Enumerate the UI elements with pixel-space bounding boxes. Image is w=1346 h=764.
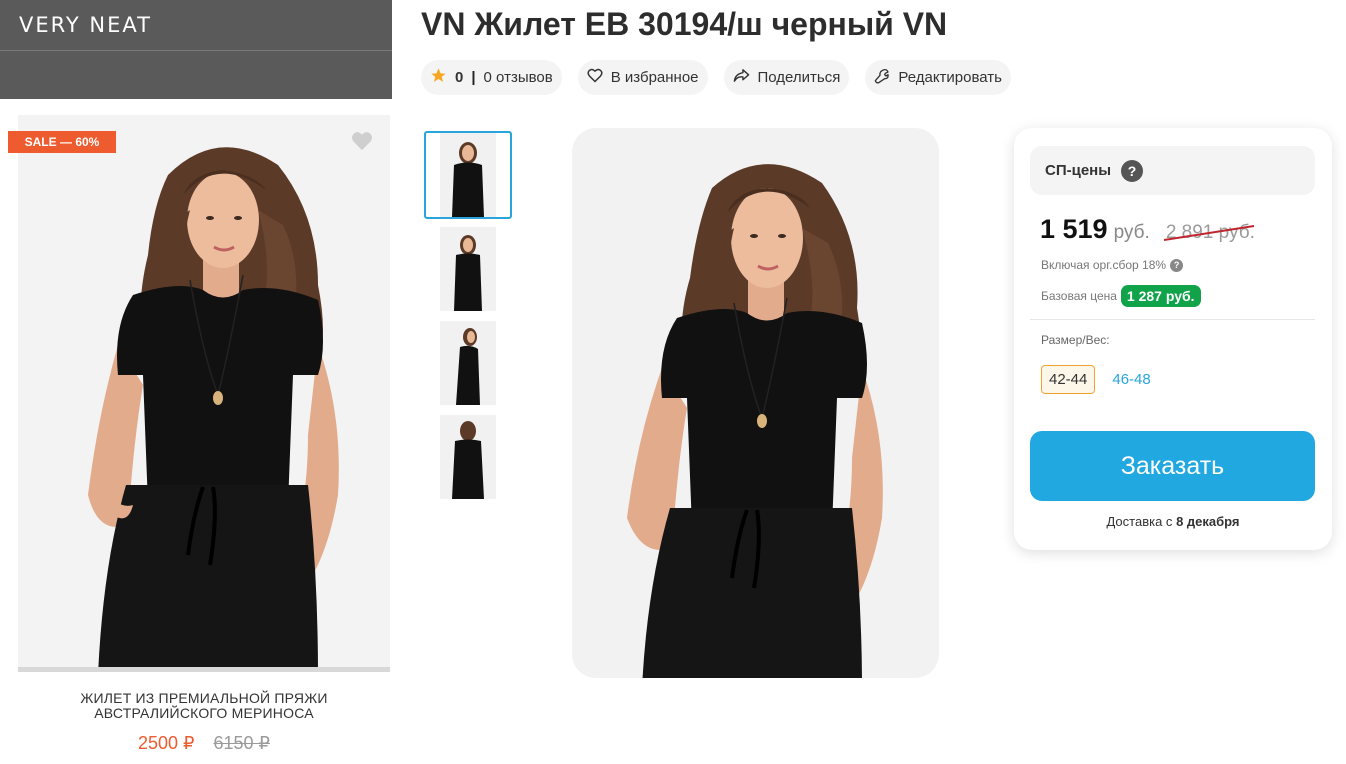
rating-separator: | [471, 69, 476, 86]
delivery-info: Доставка с 8 декабря [1014, 514, 1332, 529]
promo-title-line2: АВСТРАЛИЙСКОГО МЕРИНОСА [94, 705, 314, 721]
strikethrough-line [1163, 225, 1254, 241]
base-price-label: Базовая цена [1041, 289, 1117, 303]
thumbnail-1[interactable] [424, 131, 512, 219]
order-button[interactable]: Заказать [1030, 431, 1315, 501]
thumbnail-3[interactable] [424, 319, 512, 407]
thumbnail-4[interactable] [424, 413, 512, 501]
heart-icon[interactable] [351, 131, 373, 156]
promo-title[interactable]: ЖИЛЕТ ИЗ ПРЕМИАЛЬНОЙ ПРЯЖИ АВСТРАЛИЙСКОГ… [18, 691, 390, 721]
price-currency: руб. [1113, 222, 1150, 243]
model-photo-large [627, 164, 883, 678]
rating-value: 0 [455, 69, 464, 86]
share-label: Поделиться [757, 69, 841, 86]
wrench-icon [874, 68, 890, 88]
delivery-date: 8 декабря [1176, 514, 1240, 529]
fee-text: Включая орг.сбор 18% [1041, 258, 1167, 272]
product-actions: 0 | 0 отзывов В избранное Поделиться Ред… [421, 60, 1011, 95]
promo-product-image[interactable] [18, 115, 390, 672]
share-button[interactable]: Поделиться [723, 60, 850, 95]
favorite-label: В избранное [610, 69, 699, 86]
sp-prices-header[interactable]: СП-цены ? [1030, 146, 1315, 195]
sale-badge: SALE — 60% [8, 131, 116, 153]
brand-header: VERY NEAT [0, 0, 392, 99]
image-scroll-indicator [18, 667, 390, 672]
size-option-46-48[interactable]: 46-48 [1112, 371, 1150, 388]
base-price-badge: 1 287 руб. [1120, 285, 1201, 307]
reviews-link[interactable]: 0 отзывов [484, 69, 553, 86]
edit-label: Редактировать [898, 69, 1002, 86]
divider [1030, 319, 1315, 320]
heart-outline-icon [587, 68, 603, 87]
share-arrow-icon [733, 68, 750, 87]
size-option-42-44[interactable]: 42-44 [1041, 365, 1096, 394]
promo-title-line1: ЖИЛЕТ ИЗ ПРЕМИАЛЬНОЙ ПРЯЖИ [80, 690, 328, 706]
edit-button[interactable]: Редактировать [865, 60, 1011, 95]
star-icon [430, 67, 447, 88]
brand-logo[interactable]: VERY NEAT [19, 13, 152, 37]
model-photo [88, 147, 339, 672]
fee-info: Включая орг.сбор 18% ? [1041, 258, 1184, 272]
main-product-image[interactable] [572, 128, 939, 678]
promo-price-new: 2500 ₽ [137, 733, 195, 753]
delivery-prefix: Доставка с [1106, 514, 1173, 529]
promo-prices: 2500 ₽ 6150 ₽ [18, 733, 390, 754]
price-card: СП-цены ? 1 519 руб. 2 891 руб. Включая … [1014, 128, 1332, 550]
sp-prices-label: СП-цены [1045, 162, 1112, 179]
help-icon[interactable]: ? [1121, 159, 1144, 182]
thumbnail-2[interactable] [424, 225, 512, 313]
size-options: 42-44 46-48 [1041, 365, 1151, 394]
product-title: VN Жилет ЕВ 30194/ш черный VN [421, 6, 948, 42]
size-label: Размер/Вес: [1041, 333, 1110, 347]
fee-help-icon[interactable]: ? [1170, 258, 1184, 272]
promo-price-old: 6150 ₽ [213, 733, 271, 753]
favorite-button[interactable]: В избранное [577, 60, 708, 95]
price-row: 1 519 руб. 2 891 руб. [1040, 214, 1255, 245]
old-price: 2 891 руб. [1163, 222, 1255, 244]
base-price-row: Базовая цена 1 287 руб. [1041, 285, 1201, 307]
rating-pill[interactable]: 0 | 0 отзывов [421, 60, 562, 95]
current-price: 1 519 [1040, 214, 1108, 244]
